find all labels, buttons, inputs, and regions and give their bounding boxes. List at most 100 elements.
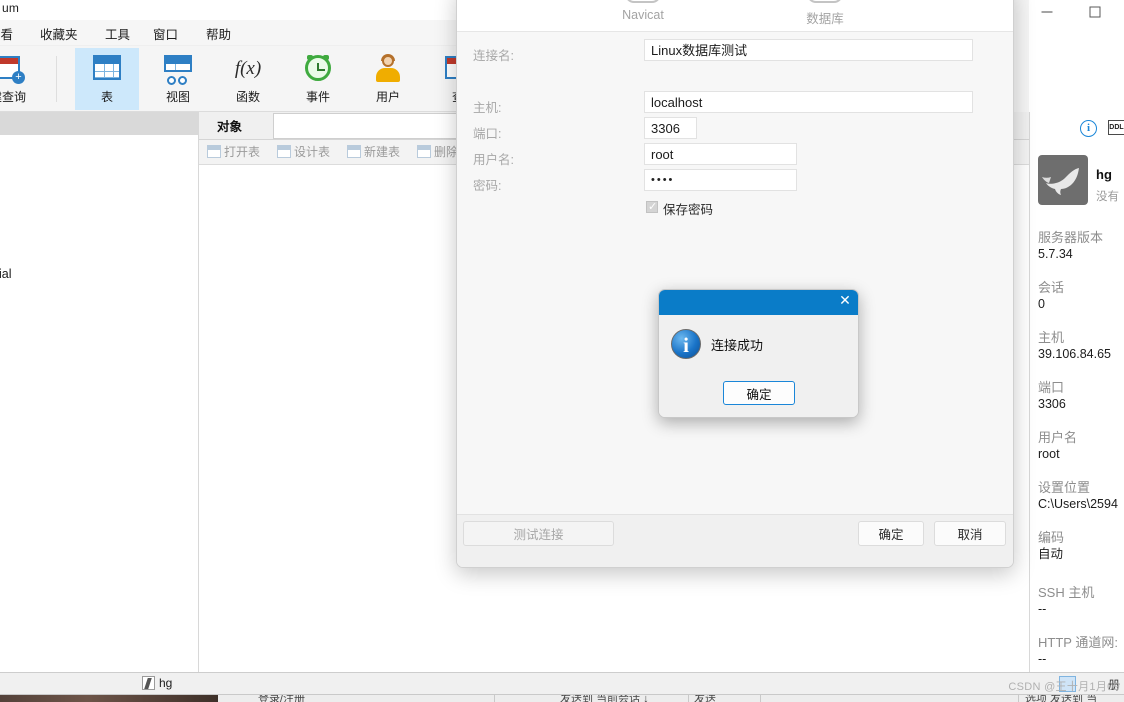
message-dialog-body: i 连接成功 确定 bbox=[659, 315, 858, 417]
info-icon: i bbox=[671, 329, 701, 359]
background-window-strip: 登录/注册 发送到 当前会话 ↓ 发送 选项 发送到 当 bbox=[0, 694, 1124, 702]
info-value: 5.7.34 bbox=[1038, 247, 1073, 261]
design-table-button[interactable]: 设计表 bbox=[277, 143, 330, 160]
minimize-button[interactable] bbox=[1024, 0, 1070, 24]
table-icon bbox=[90, 53, 124, 85]
ribbon-function-label: 函数 bbox=[235, 90, 260, 104]
info-value: 3306 bbox=[1038, 397, 1066, 411]
info-icon[interactable]: i bbox=[1080, 120, 1097, 137]
ribbon-new-query-label: 建查询 bbox=[0, 90, 26, 104]
delete-table-icon bbox=[417, 145, 431, 158]
info-field-server-version: 服务器版本 5.7.34 bbox=[1038, 229, 1124, 263]
info-value: root bbox=[1038, 447, 1060, 461]
username-input[interactable]: root bbox=[644, 143, 797, 165]
info-value: 自动 bbox=[1038, 547, 1064, 561]
info-field-host: 主机 39.106.84.65 bbox=[1038, 329, 1124, 363]
host-input[interactable]: localhost bbox=[644, 91, 973, 113]
function-icon: f(x) bbox=[234, 58, 262, 79]
status-connection-item[interactable]: hg bbox=[142, 676, 172, 690]
info-field-port: 端口 3306 bbox=[1038, 379, 1124, 413]
info-key: SSH 主机 bbox=[1038, 585, 1095, 600]
username-field-label: 用户名: bbox=[473, 153, 514, 167]
info-field-settings-path: 设置位置 C:\Users\2594 bbox=[1038, 479, 1124, 513]
background-tab-1[interactable]: 发送到 当前会话 ↓ bbox=[560, 695, 649, 702]
host-field-label: 主机: bbox=[473, 101, 502, 115]
info-key: 服务器版本 bbox=[1038, 230, 1104, 245]
ribbon-view[interactable]: 视图 bbox=[146, 48, 210, 110]
user-icon bbox=[371, 53, 405, 85]
info-value: -- bbox=[1038, 602, 1047, 616]
menu-item-window[interactable]: 窗口 bbox=[153, 24, 178, 43]
menu-item-help[interactable]: 帮助 bbox=[206, 24, 231, 43]
message-ok-button[interactable]: 确定 bbox=[723, 381, 795, 405]
test-connection-button[interactable]: 测试连接 bbox=[463, 521, 614, 546]
ribbon-divider bbox=[56, 56, 57, 102]
status-bar: hg 册 CSDN @王十月1月09 bbox=[0, 672, 1124, 694]
tab-database-label: 数据库 bbox=[806, 12, 844, 26]
background-tab-3[interactable]: 选项 发送到 当 bbox=[1025, 695, 1097, 702]
tab-database[interactable]: 数据库 bbox=[765, 0, 885, 32]
password-input[interactable]: •••• bbox=[644, 169, 797, 191]
info-value: C:\Users\2594 bbox=[1038, 497, 1118, 511]
info-panel-icons: i DDL bbox=[1030, 120, 1124, 142]
connection-info-panel: i DDL hg 没有 服务器版本 5.7.34 会话 0 主机 39.106.… bbox=[1029, 112, 1124, 672]
close-icon[interactable]: ✕ bbox=[834, 292, 856, 312]
message-dialog-titlebar: ✕ bbox=[659, 290, 858, 315]
new-table-icon bbox=[347, 145, 361, 158]
connection-name-input[interactable]: Linux数据库测试 bbox=[644, 39, 973, 61]
connection-name-field-label: 连接名: bbox=[473, 49, 514, 63]
event-clock-icon bbox=[301, 53, 335, 85]
connection-tree-panel[interactable]: ial bbox=[0, 112, 199, 672]
ribbon-table-label: 表 bbox=[100, 90, 113, 104]
save-password-checkbox[interactable] bbox=[646, 200, 658, 213]
ribbon-user-label: 用户 bbox=[375, 90, 400, 104]
info-value: 39.106.84.65 bbox=[1038, 347, 1111, 361]
view-icon bbox=[161, 53, 195, 85]
menu-item-tools[interactable]: 工具 bbox=[105, 24, 130, 43]
tab-navicat[interactable]: Navicat bbox=[583, 0, 703, 32]
new-table-button[interactable]: 新建表 bbox=[347, 143, 400, 160]
info-field-encoding: 编码 自动 bbox=[1038, 529, 1124, 563]
info-field-username: 用户名 root bbox=[1038, 429, 1124, 463]
info-key: HTTP 通道网: bbox=[1038, 635, 1118, 650]
connection-icon bbox=[142, 676, 155, 690]
window-title-text: um bbox=[2, 1, 20, 15]
tree-item-label: ial bbox=[0, 267, 12, 281]
ddl-icon[interactable]: DDL bbox=[1108, 120, 1124, 135]
info-field-http-tunnel: HTTP 通道网: -- bbox=[1038, 634, 1124, 668]
ribbon-user[interactable]: 用户 bbox=[356, 48, 420, 110]
open-table-button[interactable]: 打开表 bbox=[207, 143, 260, 160]
ribbon-function[interactable]: f(x) 函数 bbox=[216, 48, 280, 110]
port-field-label: 端口: bbox=[473, 127, 502, 141]
tab-navicat-label: Navicat bbox=[622, 8, 664, 22]
info-key: 端口 bbox=[1038, 380, 1065, 395]
dialog-ok-button[interactable]: 确定 bbox=[858, 521, 924, 546]
background-tab-0[interactable]: 登录/注册 bbox=[258, 695, 305, 702]
ribbon-view-label: 视图 bbox=[165, 90, 190, 104]
ribbon-table[interactable]: 表 bbox=[75, 48, 139, 110]
tree-panel-header bbox=[0, 112, 199, 135]
connection-sub-label: 没有 bbox=[1096, 191, 1119, 203]
info-value: -- bbox=[1038, 652, 1047, 666]
maximize-button[interactable] bbox=[1072, 0, 1118, 24]
ribbon-right-filler bbox=[1014, 0, 1029, 112]
ribbon-new-query[interactable]: + 建查询 bbox=[0, 48, 40, 110]
info-field-sessions: 会话 0 bbox=[1038, 279, 1124, 313]
design-table-icon bbox=[277, 145, 291, 158]
info-key: 主机 bbox=[1038, 330, 1065, 345]
tab-objects[interactable]: 对象 bbox=[217, 116, 242, 135]
ribbon-event[interactable]: 事件 bbox=[286, 48, 350, 110]
dialog-tab-bar: Navicat 数据库 bbox=[457, 0, 1013, 32]
mysql-dolphin-avatar bbox=[1038, 155, 1088, 205]
connection-name-label: hg bbox=[1096, 167, 1112, 182]
maximize-icon bbox=[1089, 6, 1101, 18]
background-tab-2[interactable]: 发送 bbox=[694, 695, 716, 702]
info-key: 会话 bbox=[1038, 280, 1065, 295]
menu-item-favorites[interactable]: 收藏夹 bbox=[40, 24, 78, 43]
new-query-icon: + bbox=[0, 53, 25, 85]
info-value: 0 bbox=[1038, 297, 1045, 311]
port-input[interactable]: 3306 bbox=[644, 117, 697, 139]
menu-item-view[interactable]: 查看 bbox=[0, 24, 13, 43]
dialog-cancel-button[interactable]: 取消 bbox=[934, 521, 1006, 546]
save-password-label: 保存密码 bbox=[663, 203, 714, 217]
